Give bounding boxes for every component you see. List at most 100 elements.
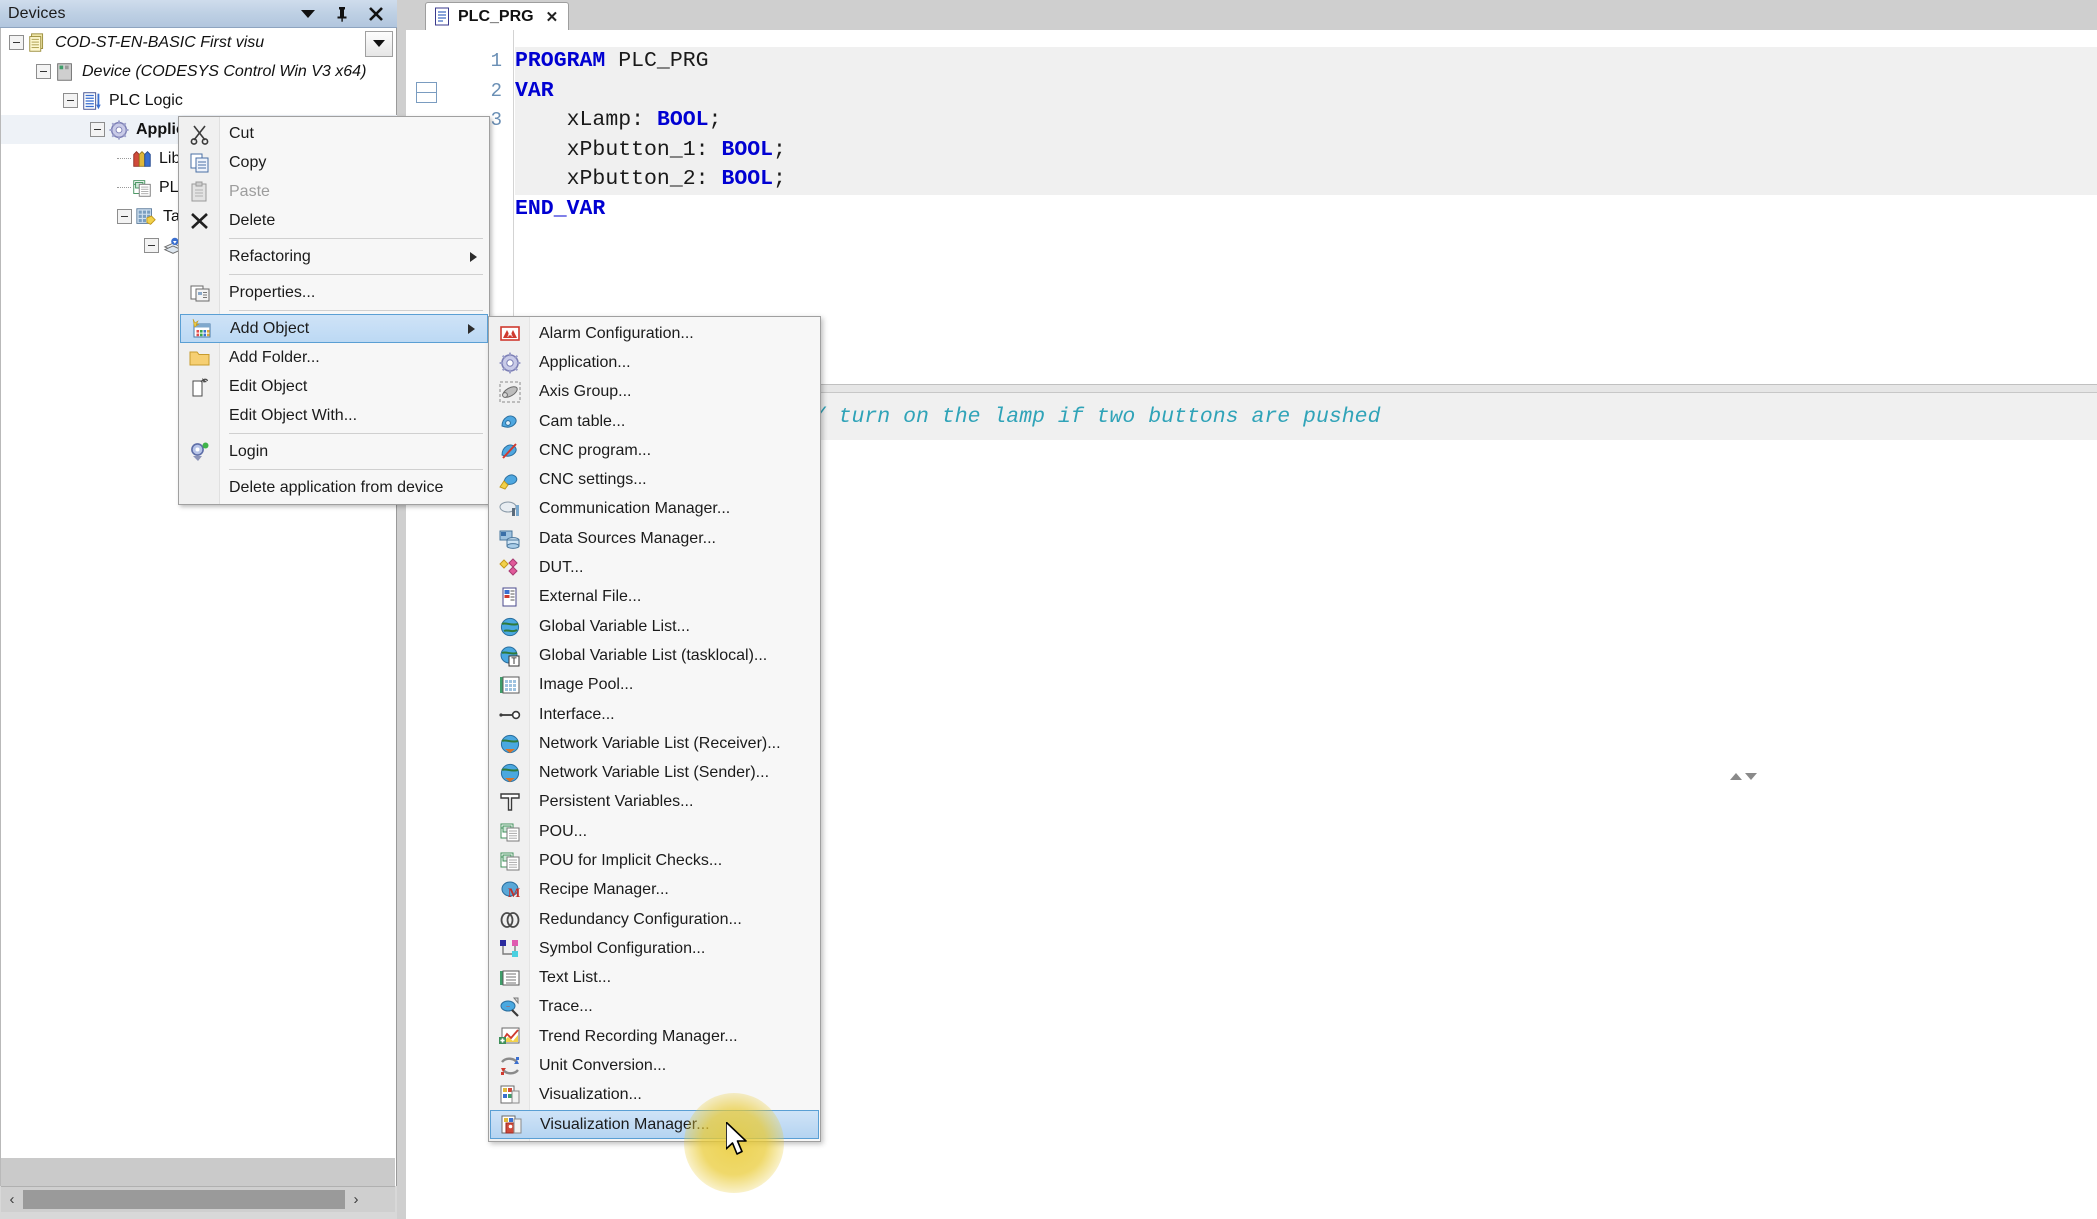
- application-icon: [108, 119, 130, 141]
- dropdown-icon[interactable]: [299, 5, 317, 23]
- pou-icon: [498, 820, 522, 844]
- menu-item-properties[interactable]: Properties...: [179, 278, 489, 307]
- menu-item-add-folder[interactable]: Add Folder...: [179, 343, 489, 372]
- line-number: 2: [490, 79, 502, 102]
- submenu-item-persistent-variables[interactable]: Persistent Variables...: [489, 788, 820, 817]
- tree-expander-icon[interactable]: [90, 122, 105, 137]
- submenu-item-image-pool[interactable]: Image Pool...: [489, 671, 820, 700]
- submenu-item-label: DUT...: [539, 559, 584, 577]
- submenu-item-label: CNC settings...: [539, 471, 647, 489]
- menu-item-refactoring[interactable]: Refactoring: [179, 242, 489, 271]
- devices-horizontal-scrollbar[interactable]: ‹ ›: [1, 1186, 395, 1212]
- submenu-item-pou[interactable]: POU...: [489, 817, 820, 846]
- code-token: END_VAR: [515, 196, 606, 221]
- submenu-item-data-sources-manager[interactable]: Data Sources Manager...: [489, 524, 820, 553]
- submenu-item-symbol-configuration[interactable]: Symbol Configuration...: [489, 934, 820, 963]
- submenu-item-label: Alarm Configuration...: [539, 324, 694, 342]
- submenu-item-visualization-manager[interactable]: Visualization Manager...: [490, 1110, 819, 1140]
- scrollbar-thumb[interactable]: [23, 1190, 345, 1209]
- external-file-icon: [498, 585, 522, 609]
- close-icon[interactable]: ✕: [546, 8, 559, 26]
- properties-icon: [188, 281, 212, 305]
- pou-icon: [131, 177, 153, 199]
- submenu-item-pou-for-implicit-checks[interactable]: POU for Implicit Checks...: [489, 846, 820, 875]
- pin-icon[interactable]: [333, 5, 351, 23]
- menu-separator: [179, 235, 489, 242]
- submenu-item-cnc-program[interactable]: CNC program...: [489, 436, 820, 465]
- submenu-item-dut[interactable]: DUT...: [489, 553, 820, 582]
- submenu-item-trace[interactable]: ~ Trace...: [489, 993, 820, 1022]
- submenu-item-trend-recording-manager[interactable]: Trend Recording Manager...: [489, 1022, 820, 1051]
- submenu-item-label: Application...: [539, 353, 631, 371]
- submenu-item-label: POU for Implicit Checks...: [539, 851, 723, 869]
- submenu-item-interface[interactable]: Interface...: [489, 700, 820, 729]
- code-token: PROGRAM: [515, 49, 619, 73]
- image-pool-icon: [498, 673, 522, 697]
- submenu-item-text-list[interactable]: Text List...: [489, 964, 820, 993]
- submenu-item-network-variable-list-receiver[interactable]: Network Variable List (Receiver)...: [489, 729, 820, 758]
- submenu-item-label: Interface...: [539, 705, 615, 723]
- submenu-item-unit-conversion[interactable]: Unit Conversion...: [489, 1051, 820, 1080]
- redundancy-icon: [498, 908, 522, 932]
- scroll-left-icon[interactable]: ‹: [1, 1188, 23, 1212]
- cnc-settings-icon: [498, 468, 522, 492]
- tree-item[interactable]: Device (CODESYS Control Win V3 x64): [1, 57, 398, 86]
- menu-separator: [179, 466, 489, 473]
- code-token: BOOL: [656, 108, 709, 132]
- dut-icon: [498, 556, 522, 580]
- scroll-right-icon[interactable]: ›: [345, 1188, 367, 1212]
- persistent-variables-icon: [498, 790, 522, 814]
- communication-manager-icon: [498, 497, 522, 521]
- code-token: xPbutton_2:: [515, 167, 722, 191]
- submenu-item-network-variable-list-sender[interactable]: Network Variable List (Sender)...: [489, 758, 820, 787]
- unit-conversion-icon: [498, 1054, 522, 1078]
- tree-item[interactable]: PLC Logic: [1, 86, 398, 115]
- tree-expander-icon[interactable]: [9, 35, 24, 50]
- tree-expander-icon[interactable]: [63, 93, 78, 108]
- submenu-item-label: Persistent Variables...: [539, 793, 694, 811]
- submenu-item-axis-group[interactable]: Axis Group...: [489, 378, 820, 407]
- menu-item-delete-application-from-device[interactable]: Delete application from device: [179, 473, 489, 502]
- submenu-item-alarm-configuration[interactable]: A Alarm Configuration...: [489, 319, 820, 348]
- submenu-item-cnc-settings[interactable]: CNC settings...: [489, 465, 820, 494]
- trend-recording-icon: [498, 1025, 522, 1049]
- menu-item-add-object[interactable]: Add Object: [180, 314, 488, 343]
- add-object-submenu[interactable]: A Alarm Configuration... Application... Axi…: [488, 316, 821, 1143]
- submenu-item-external-file[interactable]: External File...: [489, 583, 820, 612]
- split-grip-icon[interactable]: [1726, 771, 1760, 782]
- menu-item-cut[interactable]: Cut: [179, 119, 489, 148]
- menu-item-label: Edit Object: [229, 377, 308, 395]
- submenu-item-communication-manager[interactable]: Communication Manager...: [489, 495, 820, 524]
- submenu-item-redundancy-configuration[interactable]: Redundancy Configuration...: [489, 905, 820, 934]
- menu-item-label: Delete: [229, 211, 276, 229]
- close-icon[interactable]: [367, 5, 385, 23]
- gvl-tasklocal-icon: T: [498, 644, 522, 668]
- context-menu[interactable]: Cut Copy Paste Delete Refactoring Properties.…: [178, 116, 490, 505]
- tree-expander-icon[interactable]: [144, 238, 159, 253]
- submenu-item-label: Text List...: [539, 969, 612, 987]
- code-line: VAR: [515, 76, 2097, 106]
- tree-item-label: PLC Logic: [109, 91, 183, 109]
- submenu-item-visualization[interactable]: Visualization...: [489, 1081, 820, 1110]
- menu-item-delete[interactable]: Delete: [179, 206, 489, 235]
- tree-item[interactable]: COD-ST-EN-BASIC First visu: [1, 28, 398, 57]
- declaration-code[interactable]: PROGRAM PLC_PRG VAR xLamp: BOOL; xPbutton…: [515, 30, 2097, 224]
- tab-plc-prg[interactable]: PLC_PRG ✕: [425, 2, 570, 30]
- submenu-item-label: External File...: [539, 588, 642, 606]
- submenu-item-label: Global Variable List...: [539, 617, 690, 635]
- submenu-item-recipe-manager[interactable]: M Recipe Manager...: [489, 876, 820, 905]
- svg-text:T: T: [511, 656, 517, 666]
- menu-item-edit-object[interactable]: Edit Object: [179, 372, 489, 401]
- submenu-item-global-variable-list-tasklocal[interactable]: T Global Variable List (tasklocal)...: [489, 641, 820, 670]
- submenu-item-label: Cam table...: [539, 412, 626, 430]
- menu-separator: [179, 307, 489, 314]
- submenu-item-application[interactable]: Application...: [489, 348, 820, 377]
- submenu-item-cam-table[interactable]: Cam table...: [489, 407, 820, 436]
- menu-item-login[interactable]: Login: [179, 437, 489, 466]
- submenu-item-label: Symbol Configuration...: [539, 939, 706, 957]
- submenu-item-global-variable-list[interactable]: Global Variable List...: [489, 612, 820, 641]
- tree-expander-icon[interactable]: [117, 209, 132, 224]
- menu-item-copy[interactable]: Copy: [179, 148, 489, 177]
- menu-item-edit-object-with[interactable]: Edit Object With...: [179, 401, 489, 430]
- tree-expander-icon[interactable]: [36, 64, 51, 79]
